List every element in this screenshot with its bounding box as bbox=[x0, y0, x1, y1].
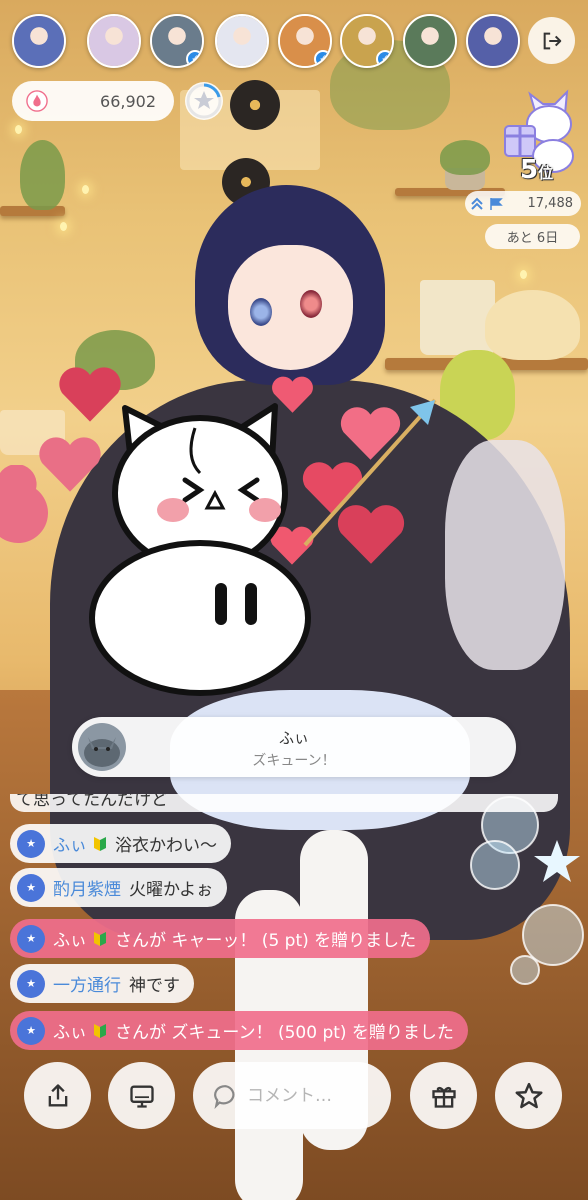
chat-user-name[interactable]: ふぃ bbox=[53, 831, 87, 856]
character-face bbox=[228, 245, 353, 370]
viewer-avatar[interactable] bbox=[403, 14, 457, 68]
character-eye bbox=[250, 298, 272, 326]
comment-icon bbox=[214, 1084, 235, 1109]
chat-message-text: 浴衣かわい〜 bbox=[115, 836, 217, 856]
chat-partial-text: て思ってたんだけど bbox=[16, 794, 169, 810]
viewer-avatar[interactable] bbox=[87, 14, 141, 68]
user-badge-icon: ★ bbox=[17, 1016, 45, 1045]
user-badge-icon: ★ bbox=[17, 924, 45, 953]
screen-icon bbox=[129, 1085, 154, 1108]
fairy-light bbox=[15, 125, 22, 134]
chat-user-name[interactable]: ふぃ bbox=[53, 1018, 87, 1043]
verified-icon: ✓ bbox=[376, 50, 392, 66]
chat-gift-message[interactable]: ★ ふぃ さんが ズキューン！ (500 pt) を贈りました bbox=[10, 1011, 468, 1050]
chat-message-text: さんが キャーッ！ (5 pt) を贈りました bbox=[115, 931, 417, 951]
avatar-image bbox=[14, 16, 64, 66]
user-badge-icon: ★ bbox=[17, 969, 45, 998]
background-plush bbox=[485, 290, 580, 360]
fire-points-counter[interactable]: 66,902 bbox=[12, 81, 174, 121]
gift-notification: ふぃ ズキューン！ bbox=[72, 717, 516, 777]
event-remaining-days: あと 6日 bbox=[485, 224, 580, 249]
chat-user-name[interactable]: 一方通行 bbox=[53, 971, 121, 996]
avatar-image bbox=[89, 16, 139, 66]
user-badge-icon: ★ bbox=[17, 829, 45, 858]
event-score[interactable]: 17,488 bbox=[465, 191, 581, 216]
chat-gift-message[interactable]: ★ ふぃ さんが キャーッ！ (5 pt) を贈りました bbox=[10, 919, 431, 958]
mascot-cat-effect bbox=[89, 403, 311, 696]
background-box bbox=[420, 280, 495, 355]
fairy-light bbox=[60, 222, 67, 231]
gift-sender-name: ふぃ bbox=[278, 729, 309, 747]
viewer-avatar[interactable]: ✓ bbox=[150, 14, 204, 68]
avatar-image bbox=[217, 16, 267, 66]
comment-input[interactable] bbox=[245, 1084, 389, 1107]
comment-box[interactable] bbox=[193, 1062, 391, 1129]
rank-suffix: 位 bbox=[538, 164, 554, 182]
viewer-avatar[interactable]: ✓ bbox=[340, 14, 394, 68]
beginner-icon bbox=[94, 1023, 106, 1038]
beginner-icon bbox=[94, 931, 106, 946]
avatar-image bbox=[468, 16, 518, 66]
bubble-effect bbox=[470, 796, 584, 985]
gift-icon bbox=[431, 1086, 456, 1108]
chat-message-partial: て思ってたんだけど bbox=[10, 794, 558, 812]
verified-icon: ✓ bbox=[186, 50, 202, 66]
share-button[interactable] bbox=[24, 1062, 91, 1129]
beginner-icon bbox=[94, 836, 106, 851]
chat-message[interactable]: ★ 酌月紫煙 火曜かよぉ bbox=[10, 868, 228, 907]
points-value: 66,902 bbox=[100, 91, 156, 111]
star-icon bbox=[515, 1082, 542, 1108]
rank-number: 5 bbox=[520, 155, 539, 185]
flag-icon bbox=[490, 197, 503, 210]
cupid-arrow bbox=[303, 398, 437, 547]
rank-label: 5位 bbox=[520, 155, 553, 185]
exit-icon bbox=[543, 32, 561, 49]
viewer-avatar[interactable] bbox=[466, 14, 520, 68]
avatar-image bbox=[405, 16, 455, 66]
user-badge-icon: ★ bbox=[17, 873, 45, 902]
gift-name: ズキューン！ bbox=[252, 753, 336, 769]
character-eye bbox=[300, 290, 322, 318]
exit-button[interactable] bbox=[528, 17, 575, 64]
heart-effect bbox=[0, 465, 48, 543]
viewer-avatar[interactable] bbox=[215, 14, 269, 68]
background-plant bbox=[20, 140, 65, 210]
score-value: 17,488 bbox=[527, 196, 574, 211]
share-icon bbox=[48, 1083, 67, 1106]
level-progress-ring[interactable] bbox=[183, 80, 225, 122]
fire-icon bbox=[26, 90, 48, 112]
rank-up-icon bbox=[471, 197, 483, 210]
chat-user-name[interactable]: ふぃ bbox=[53, 926, 87, 951]
chat-message-text: 火曜かよぉ bbox=[129, 880, 214, 900]
verified-icon: ✓ bbox=[314, 50, 330, 66]
chat-message[interactable]: ★ ふぃ 浴衣かわい〜 bbox=[10, 824, 231, 863]
viewer-avatar[interactable] bbox=[12, 14, 66, 68]
background-plant bbox=[440, 140, 490, 175]
chat-message[interactable]: ★ 一方通行 神です bbox=[10, 964, 194, 1003]
chat-user-name[interactable]: 酌月紫煙 bbox=[53, 875, 121, 900]
background-record bbox=[230, 80, 280, 130]
fairy-light bbox=[520, 270, 527, 279]
screen-button[interactable] bbox=[108, 1062, 175, 1129]
chat-message-text: 神です bbox=[129, 976, 180, 996]
viewer-avatar[interactable]: ✓ bbox=[278, 14, 332, 68]
fairy-light bbox=[82, 185, 89, 194]
gift-button[interactable] bbox=[410, 1062, 477, 1129]
favorite-button[interactable] bbox=[495, 1062, 562, 1129]
chat-message-text: さんが ズキューン！ (500 pt) を贈りました bbox=[115, 1023, 454, 1043]
character-sleeve bbox=[445, 440, 565, 670]
